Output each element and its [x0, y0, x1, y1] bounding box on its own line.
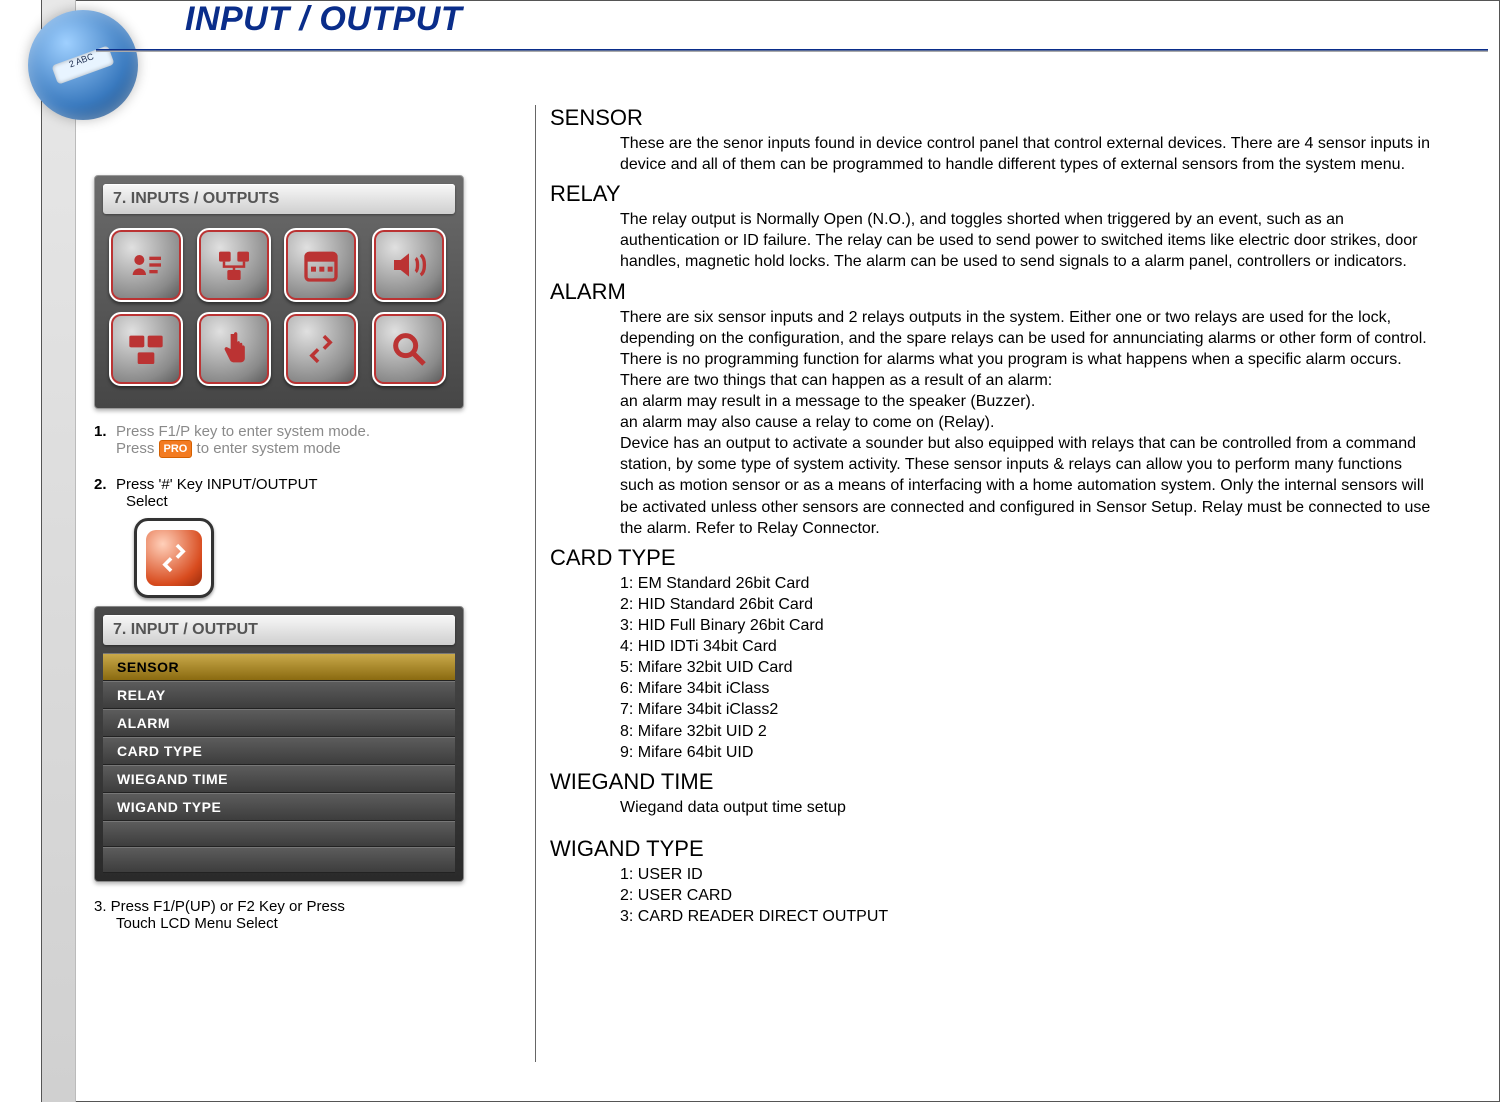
section-wiegandtime-title: WIEGAND TIME: [550, 769, 1470, 795]
section-alarm-body: There are six sensor inputs and 2 relays…: [550, 307, 1440, 539]
section-wigandtype-title: WIGAND TYPE: [550, 836, 1470, 862]
section-cardtype-title: CARD TYPE: [550, 545, 1470, 571]
left-column: 7. INPUTS / OUTPUTS 1.Press F1/P key to …: [94, 175, 474, 932]
section-relay: RELAY The relay output is Normally Open …: [550, 181, 1470, 272]
step-3b-text: Touch LCD Menu Select: [116, 915, 278, 932]
swap-big-icon: [134, 518, 214, 598]
brand-logo: IDTi: [0, 999, 6, 1052]
step-1b-prefix: Press: [116, 440, 154, 457]
cardtype-item: 6: Mifare 34bit iClass: [620, 678, 1440, 699]
menu-item-empty: [103, 847, 455, 873]
step-list: 1.Press F1/P key to enter system mode. P…: [94, 423, 474, 932]
cardtype-item: 1: EM Standard 26bit Card: [620, 573, 1440, 594]
cardtype-item: 7: Mifare 34bit iClass2: [620, 699, 1440, 720]
menu-item-cardtype[interactable]: CARD TYPE: [103, 737, 455, 765]
device1-title: 7. INPUTS / OUTPUTS: [103, 184, 455, 214]
section-wigandtype: WIGAND TYPE 1: USER ID 2: USER CARD 3: C…: [550, 836, 1470, 927]
section-sensor-title: SENSOR: [550, 105, 1470, 131]
title-rule: [96, 49, 1488, 52]
swap-icon[interactable]: [284, 312, 358, 386]
step-1b-suffix: to enter system mode: [197, 440, 341, 457]
section-wigandtype-body: 1: USER ID 2: USER CARD 3: CARD READER D…: [550, 864, 1440, 927]
side-stripe: [42, 0, 76, 1102]
menu-item-empty: [103, 821, 455, 847]
network-icon[interactable]: [197, 228, 271, 302]
step-1: 1.Press F1/P key to enter system mode. P…: [94, 423, 474, 458]
corner-logo: 2 ABC: [28, 10, 138, 120]
cardtype-item: 9: Mifare 64bit UID: [620, 742, 1440, 763]
menu-item-sensor[interactable]: SENSOR: [103, 653, 455, 681]
page-title: INPUT / OUTPUT: [185, 0, 462, 39]
wigandtype-item: 3: CARD READER DIRECT OUTPUT: [620, 906, 1440, 927]
menu-item-relay[interactable]: RELAY: [103, 681, 455, 709]
cardtype-item: 8: Mifare 32bit UID 2: [620, 721, 1440, 742]
step-3: 3. Press F1/P(UP) or F2 Key or Press Tou…: [94, 898, 474, 932]
section-sensor: SENSOR These are the senor inputs found …: [550, 105, 1470, 175]
menu-item-alarm[interactable]: ALARM: [103, 709, 455, 737]
section-relay-body: The relay output is Normally Open (N.O.)…: [550, 209, 1440, 272]
pro-badge: PRO: [159, 440, 193, 458]
step-1a-text: Press F1/P key to enter system mode.: [116, 423, 370, 440]
section-alarm: ALARM There are six sensor inputs and 2 …: [550, 279, 1470, 539]
device-screenshot-1: 7. INPUTS / OUTPUTS: [94, 175, 464, 409]
section-cardtype-body: 1: EM Standard 26bit Card 2: HID Standar…: [550, 573, 1440, 763]
section-relay-title: RELAY: [550, 181, 1470, 207]
section-wiegandtime-body: Wiegand data output time setup: [550, 797, 1440, 818]
step-2b-text: Select: [126, 493, 168, 510]
column-divider: [535, 105, 536, 1062]
step-3-text: 3. Press F1/P(UP) or F2 Key or Press: [94, 898, 345, 915]
cardtype-item: 4: HID IDTi 34bit Card: [620, 636, 1440, 657]
wigandtype-item: 1: USER ID: [620, 864, 1440, 885]
search-icon[interactable]: [372, 312, 446, 386]
calendar-icon[interactable]: [284, 228, 358, 302]
menu-item-wigandtype[interactable]: WIGAND TYPE: [103, 793, 455, 821]
cardtype-item: 2: HID Standard 26bit Card: [620, 594, 1440, 615]
menu-item-wiegandtime[interactable]: WIEGAND TIME: [103, 765, 455, 793]
touch-icon[interactable]: [197, 312, 271, 386]
speaker-icon[interactable]: [372, 228, 446, 302]
wigandtype-item: 2: USER CARD: [620, 885, 1440, 906]
device-screenshot-2: 7. INPUT / OUTPUT SENSOR RELAY ALARM CAR…: [94, 606, 464, 882]
section-sensor-body: These are the senor inputs found in devi…: [550, 133, 1440, 175]
section-alarm-title: ALARM: [550, 279, 1470, 305]
cardtype-item: 3: HID Full Binary 26bit Card: [620, 615, 1440, 636]
step-2-text: Press '#' Key INPUT/OUTPUT: [116, 476, 318, 493]
section-wiegandtime: WIEGAND TIME Wiegand data output time se…: [550, 769, 1470, 818]
right-column: SENSOR These are the senor inputs found …: [550, 105, 1470, 933]
step-2: 2.Press '#' Key INPUT/OUTPUT Select: [94, 476, 474, 510]
device2-title: 7. INPUT / OUTPUT: [103, 615, 455, 645]
cardtype-item: 5: Mifare 32bit UID Card: [620, 657, 1440, 678]
id-card-icon[interactable]: [109, 228, 183, 302]
computers-icon[interactable]: [109, 312, 183, 386]
section-cardtype: CARD TYPE 1: EM Standard 26bit Card 2: H…: [550, 545, 1470, 763]
